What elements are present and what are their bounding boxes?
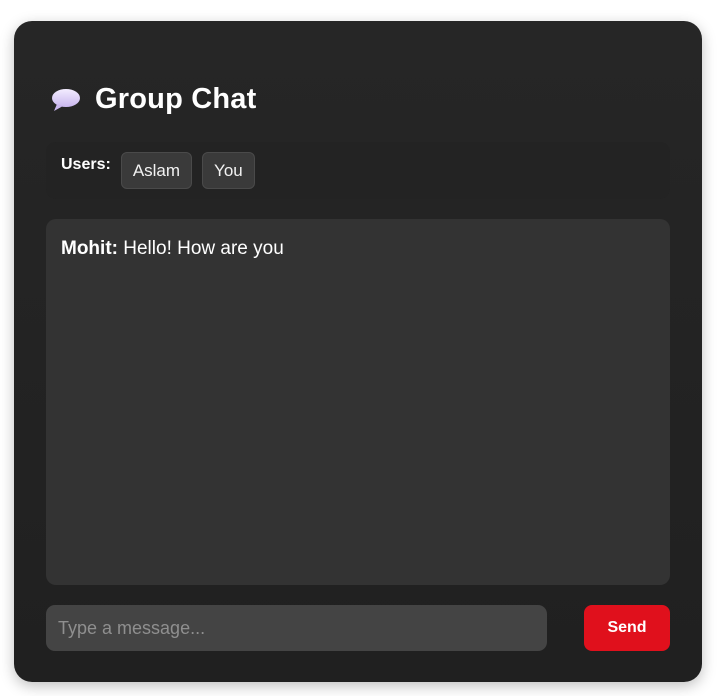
users-label: Users: bbox=[61, 156, 111, 173]
message-sender: Mohit: bbox=[61, 238, 118, 259]
user-chip-aslam[interactable]: Aslam bbox=[120, 152, 193, 189]
chat-card: Group Chat Users: Aslam You Mohit: Hello… bbox=[14, 21, 702, 682]
speech-bubble-icon bbox=[51, 88, 81, 112]
send-button[interactable]: Send bbox=[584, 605, 670, 651]
message-input[interactable] bbox=[46, 605, 547, 651]
message-text: Hello! How are you bbox=[123, 238, 284, 259]
message-item: Mohit: Hello! How are you bbox=[61, 237, 655, 261]
messages-panel[interactable]: Mohit: Hello! How are you bbox=[46, 219, 670, 585]
page-title: Group Chat bbox=[95, 83, 257, 115]
chat-header: Group Chat bbox=[51, 83, 257, 116]
user-chip-you[interactable]: You bbox=[202, 152, 255, 189]
users-bar: Users: Aslam You bbox=[46, 142, 670, 199]
composer: Send bbox=[46, 605, 670, 651]
